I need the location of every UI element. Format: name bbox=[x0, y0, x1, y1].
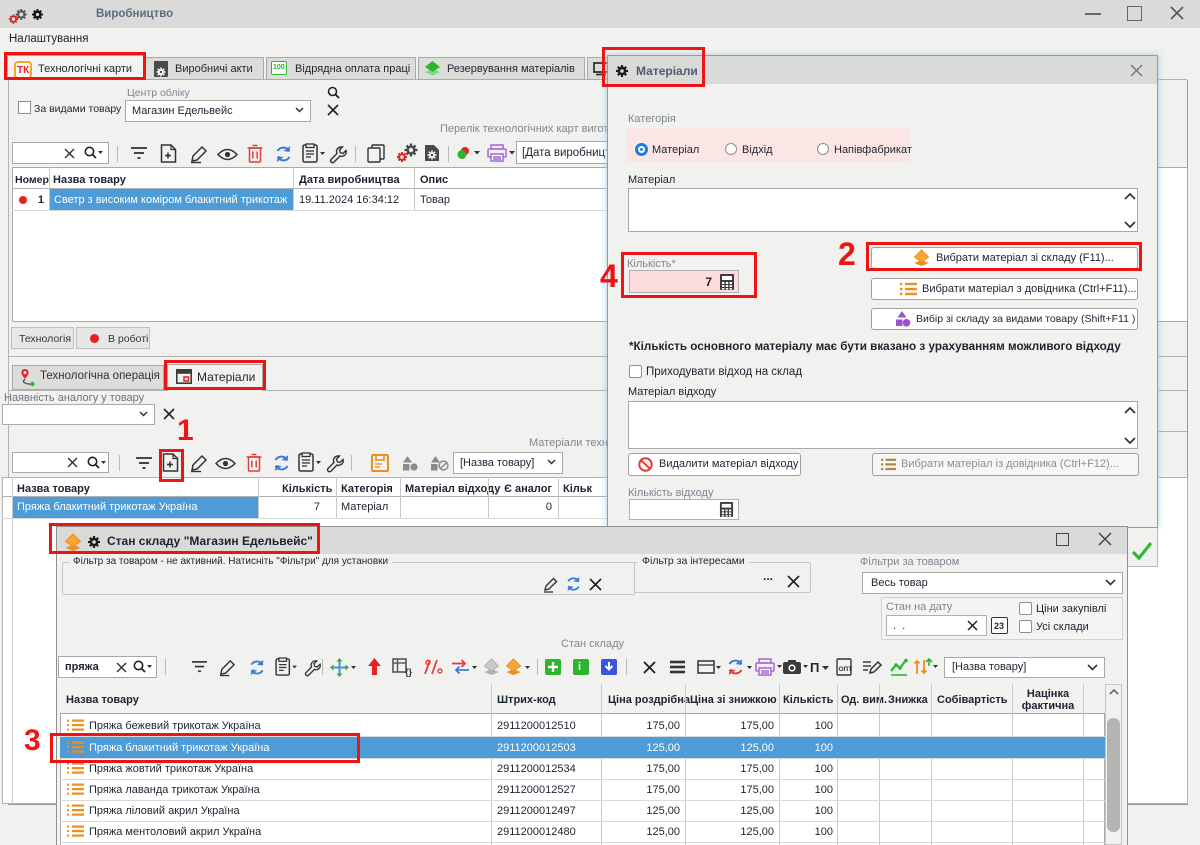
svg-text:{}: {} bbox=[405, 667, 413, 677]
svg-text:ОПТ: ОПТ bbox=[839, 666, 853, 673]
